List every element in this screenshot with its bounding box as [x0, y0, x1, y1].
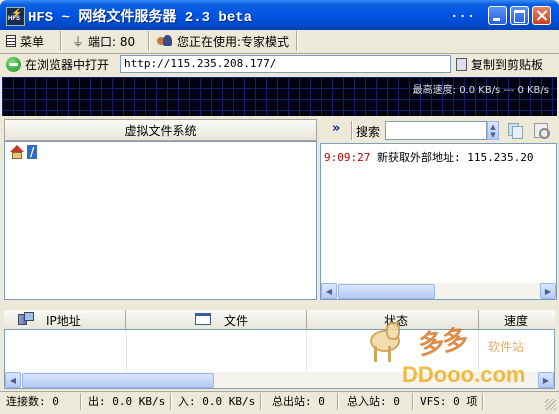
window-title: HFS ~ 网络文件服务器 2.3 beta — [28, 10, 253, 26]
url-field[interactable]: http://115.235.208.177/ — [120, 55, 451, 73]
maximize-button[interactable] — [510, 6, 529, 25]
log-toolbar-separator — [351, 121, 353, 140]
column-divider — [306, 310, 307, 329]
copy-label: 复制到剪贴板 — [471, 57, 544, 72]
port-button[interactable]: ⏚ 端口: 80 — [72, 31, 135, 51]
minimize-button[interactable] — [488, 6, 507, 25]
status-total-in: 总入站: 0 — [347, 395, 400, 408]
status-separator — [482, 393, 484, 410]
menu-label: 菜单 — [20, 34, 45, 49]
toolbar-separator — [148, 31, 150, 51]
status-separator — [80, 393, 82, 410]
search-label: 搜索 — [356, 125, 381, 139]
clipboard-icon — [456, 57, 467, 71]
status-separator — [260, 393, 262, 410]
column-divider — [125, 310, 126, 329]
vfs-header: 虚拟文件系统 — [4, 119, 317, 141]
users-icon — [157, 35, 173, 47]
vfs-header-label: 虚拟文件系统 — [124, 123, 197, 138]
menu-button[interactable]: 菜单 — [6, 31, 44, 51]
computer-icon — [18, 312, 34, 326]
mode-label: 您正在使用:专家模式 — [177, 34, 290, 49]
file-window-icon — [195, 313, 211, 325]
title-bar[interactable]: ⚡ HFS HFS ~ 网络文件服务器 2.3 beta ... — [0, 0, 559, 30]
log-entry: 9:09:27 新获取外部地址: 115.235.20 — [324, 149, 533, 165]
status-in-speed: 入: 0.0 KB/s — [178, 395, 256, 408]
status-vfs-count: VFS: 0 项 — [420, 395, 478, 408]
speed-graph: 最高速度: 0.0 KB/s --- 0 KB/s — [2, 77, 557, 116]
browser-go-icon — [6, 56, 21, 72]
search-spinner[interactable]: ▲ ▼ — [487, 121, 499, 140]
home-icon — [9, 145, 25, 159]
log-scroll-thumb[interactable] — [338, 284, 435, 299]
speed-readout: 最高速度: 0.0 KB/s --- 0 KB/s — [412, 85, 549, 96]
vfs-root-label: / — [27, 145, 38, 159]
status-out-speed: 出: 0.0 KB/s — [88, 395, 166, 408]
scroll-right-arrow-icon[interactable]: ▶ — [540, 283, 556, 299]
scroll-left-arrow-icon[interactable]: ◀ — [5, 372, 21, 388]
status-separator — [337, 393, 339, 410]
horizontal-splitter[interactable] — [0, 303, 559, 307]
log-horizontal-scrollbar[interactable]: ◀ ▶ — [321, 283, 556, 299]
find-log-icon[interactable] — [533, 122, 550, 139]
collapse-arrow-icon[interactable]: » — [332, 121, 340, 136]
status-total-out: 总出站: 0 — [272, 395, 325, 408]
column-file[interactable]: 文件 — [224, 312, 248, 329]
close-button[interactable] — [532, 6, 551, 25]
site-watermark: 多多 软件站 DDooo.com — [362, 318, 542, 390]
log-panel[interactable]: 9:09:27 新获取外部地址: 115.235.20 ◀ ▶ — [320, 143, 557, 300]
plug-icon: ⏚ — [72, 34, 85, 49]
watermark-subtitle: 软件站 — [488, 340, 525, 354]
copy-to-clipboard-button[interactable]: 复制到剪贴板 — [456, 55, 543, 73]
log-entry-message: 新获取外部地址: 115.235.20 — [376, 151, 534, 164]
status-connections: 连接数: 0 — [6, 395, 59, 408]
copy-log-icon[interactable] — [507, 122, 523, 139]
status-separator — [412, 393, 414, 410]
connections-scroll-thumb[interactable] — [22, 373, 214, 388]
column-ip[interactable]: IP地址 — [46, 312, 81, 329]
port-label: 端口: 80 — [88, 34, 136, 49]
open-in-browser-label: 在浏览器中打开 — [25, 57, 110, 72]
status-separator — [170, 393, 172, 410]
resize-grip-icon[interactable] — [545, 399, 556, 410]
toolbar-separator — [296, 31, 298, 51]
watermark-title: 多多 — [416, 324, 469, 362]
vfs-tree[interactable]: / — [4, 141, 317, 300]
horse-logo — [364, 322, 404, 372]
vfs-root-item[interactable]: / — [9, 145, 38, 159]
title-dots: ... — [450, 6, 476, 22]
hfs-app-icon[interactable]: ⚡ HFS — [6, 7, 25, 26]
log-entry-time: 9:09:27 — [324, 151, 371, 164]
scroll-left-arrow-icon[interactable]: ◀ — [321, 283, 337, 299]
watermark-url: DDooo.com — [402, 362, 526, 387]
search-input[interactable] — [385, 121, 487, 140]
mode-button[interactable]: 您正在使用:专家模式 — [157, 31, 289, 51]
open-in-browser-button[interactable]: 在浏览器中打开 — [6, 55, 109, 73]
menu-icon — [6, 35, 16, 47]
toolbar-separator — [60, 31, 62, 51]
